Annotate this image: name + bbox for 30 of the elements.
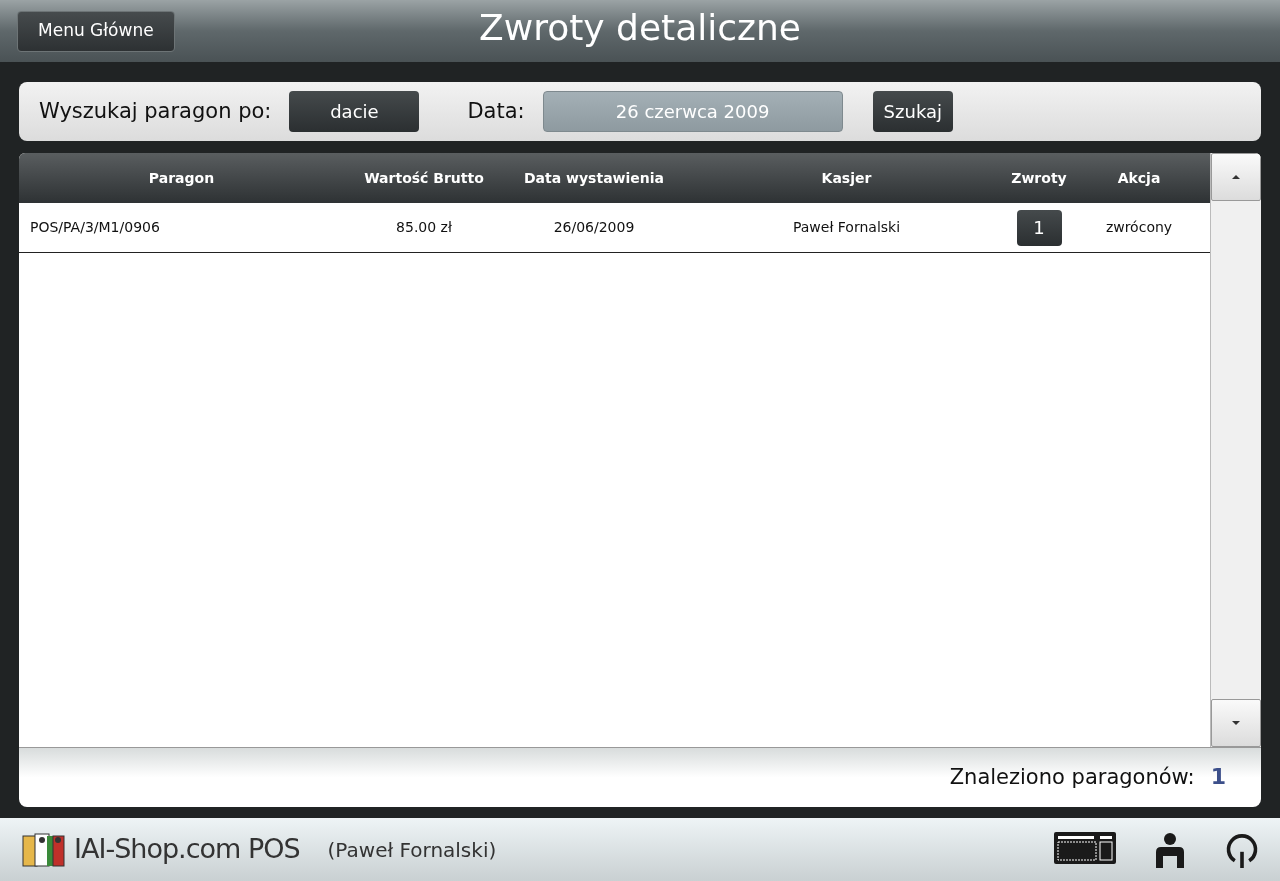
table-cell-text: Paweł Fornalski [792,218,901,237]
column-header: Kasjer [821,168,872,188]
menu-button[interactable]: Menu Główne [17,10,175,52]
table-cell-text: zwrócony [1105,218,1173,237]
found-label: Znaleziono paragonów: [949,763,1195,791]
returns-count-button[interactable]: 1 [1016,209,1062,246]
column-header: Wartość Brutto [364,168,484,188]
table-cell-text: 26/06/2009 [553,218,635,237]
table-cell-text: 85.00 zł [396,218,452,237]
caret-icon [1232,175,1240,179]
table-cell-text: POS/PA/3/M1/0906 [30,218,160,237]
power-icon[interactable] [1224,831,1260,868]
found-count: 1 [1210,763,1226,791]
column-header: Akcja [1117,168,1161,188]
scrollbar[interactable] [1210,153,1261,747]
column-header: Zwroty [1011,168,1067,188]
user-icon[interactable] [1154,831,1186,868]
search-label: Wyszukaj paragon po: [39,97,272,125]
column-header: Data wystawienia [523,168,665,188]
scroll-up-button[interactable] [1211,153,1261,201]
scroll-down-button[interactable] [1211,699,1261,747]
logo-icon [22,831,66,868]
app-name: IAI-Shop.com POS [74,832,300,867]
caret-icon [1232,721,1240,725]
user-name: (Paweł Fornalski) [327,836,497,864]
search-button[interactable]: Szukaj [872,91,954,132]
page-title: Zwroty detaliczne [479,7,801,48]
search-mode-button[interactable]: dacie [289,91,420,132]
column-header: Paragon [148,168,215,188]
date-label: Data: [467,97,525,125]
